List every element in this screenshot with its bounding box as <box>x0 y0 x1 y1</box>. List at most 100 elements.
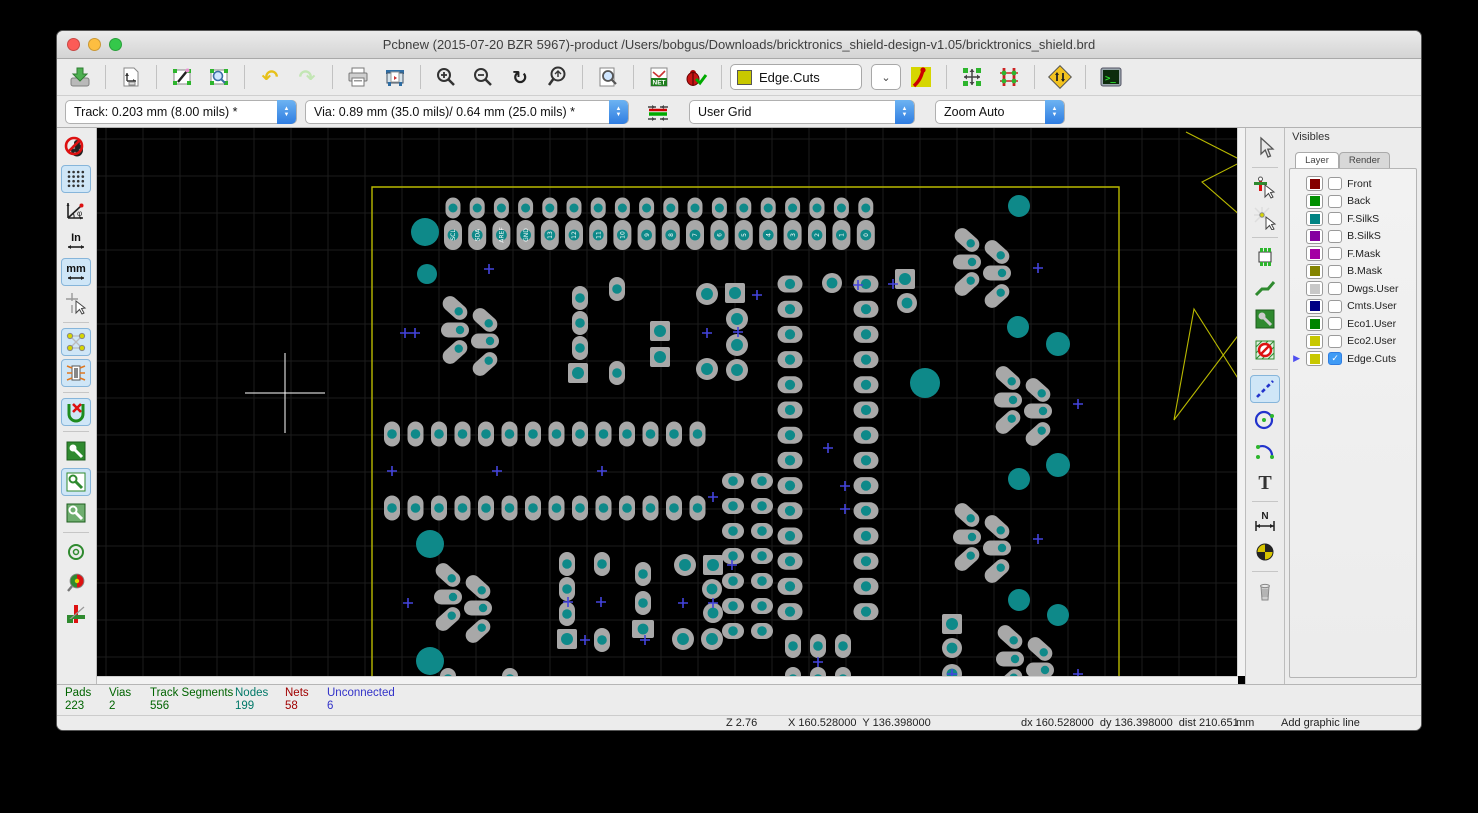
pcb-pad[interactable] <box>572 336 588 360</box>
pcb-pad[interactable] <box>1024 404 1052 419</box>
title-bar[interactable]: Pcbnew (2015-07-20 BZR 5967)-product /Us… <box>57 31 1421 59</box>
pcb-pad[interactable] <box>751 623 773 639</box>
pcb-pad[interactable] <box>559 552 575 576</box>
pcb-pad[interactable] <box>454 496 470 521</box>
pcb-pad[interactable] <box>501 422 517 447</box>
module-ratsnest-button[interactable] <box>61 359 91 387</box>
pcb-pad[interactable] <box>478 422 494 447</box>
pcb-pad[interactable] <box>722 473 744 489</box>
layer-color-swatch[interactable] <box>1306 299 1323 314</box>
pcb-pad[interactable] <box>810 634 826 658</box>
zones-filled-button[interactable] <box>61 437 91 465</box>
pcb-pad[interactable] <box>494 198 509 219</box>
pcb-pad[interactable] <box>650 347 670 367</box>
pcb-pad[interactable] <box>384 496 400 521</box>
pcb-pad[interactable] <box>751 548 773 564</box>
select-tool-button[interactable] <box>1250 134 1280 162</box>
auto-delete-track-button[interactable] <box>61 398 91 426</box>
pcb-pad[interactable]: SCL <box>444 220 462 250</box>
layer-visibility-checkbox[interactable] <box>1328 300 1342 313</box>
add-arc-button[interactable] <box>1250 437 1280 465</box>
page-settings-button[interactable] <box>114 62 148 92</box>
pcb-pad[interactable] <box>619 422 635 447</box>
pcb-pad[interactable]: 6 <box>710 220 728 250</box>
pcb-pad[interactable]: 7 <box>686 220 704 250</box>
pcb-pad[interactable] <box>445 198 460 219</box>
layer-row-edge-cuts[interactable]: ▶✓Edge.Cuts <box>1292 350 1416 368</box>
units-mm-button[interactable]: mm <box>61 258 91 286</box>
save-board-button[interactable] <box>63 62 97 92</box>
layer-color-swatch[interactable] <box>1306 281 1323 296</box>
pcb-pad[interactable] <box>726 308 748 330</box>
pcb-pad[interactable] <box>632 620 654 638</box>
pcb-pad[interactable] <box>853 502 878 519</box>
pcb-pad[interactable] <box>407 496 423 521</box>
pcb-pad[interactable] <box>895 269 915 289</box>
pcb-pad[interactable] <box>853 351 878 368</box>
pcb-pad[interactable] <box>609 277 625 301</box>
pcb-pad[interactable] <box>689 496 705 521</box>
pcb-pad[interactable] <box>557 629 577 649</box>
pcb-pad[interactable] <box>722 573 744 589</box>
track-width-select[interactable]: Track: 0.203 mm (8.00 mils) * ▲▼ <box>65 100 297 124</box>
layer-row-b-mask[interactable]: B.Mask <box>1292 263 1416 281</box>
pcb-pad[interactable] <box>777 603 802 620</box>
pcb-pad[interactable] <box>942 638 962 658</box>
netlist-button[interactable]: NET <box>642 62 676 92</box>
pcb-pad[interactable] <box>635 591 651 615</box>
pcb-pad[interactable] <box>674 554 696 576</box>
pcb-pad[interactable] <box>994 393 1022 408</box>
pcb-pad[interactable] <box>942 614 962 634</box>
add-footprint-button[interactable] <box>1250 243 1280 271</box>
layer-color-swatch[interactable] <box>1306 229 1323 244</box>
pcb-pad[interactable] <box>559 577 575 601</box>
pcb-pad[interactable] <box>953 530 981 545</box>
add-circle-button[interactable] <box>1250 406 1280 434</box>
close-window-button[interactable] <box>67 38 80 51</box>
pcb-pad[interactable] <box>736 198 751 219</box>
pcb-pad[interactable] <box>853 477 878 494</box>
zoom-select[interactable]: Zoom Auto ▲▼ <box>935 100 1065 124</box>
pcb-pad[interactable] <box>777 578 802 595</box>
pcb-pad[interactable]: 13 <box>541 220 559 250</box>
pcb-pad[interactable] <box>689 422 705 447</box>
pcb-pad[interactable] <box>777 427 802 444</box>
pcb-pad[interactable] <box>853 578 878 595</box>
zones-sketch-button[interactable] <box>61 499 91 527</box>
pcb-pad[interactable] <box>572 422 588 447</box>
pcb-pad[interactable] <box>996 652 1024 667</box>
grid-visibility-button[interactable] <box>61 165 91 193</box>
highlight-net-button[interactable] <box>1250 173 1280 201</box>
minimize-window-button[interactable] <box>88 38 101 51</box>
pcb-pad[interactable] <box>809 198 824 219</box>
pcb-pad[interactable] <box>595 496 611 521</box>
layer-color-swatch[interactable] <box>1306 334 1323 349</box>
layer-pair-indicator-button[interactable] <box>904 62 938 92</box>
zoom-in-button[interactable] <box>429 62 463 92</box>
pcb-pad[interactable] <box>834 198 849 219</box>
add-track-button[interactable] <box>1250 274 1280 302</box>
layer-color-swatch[interactable] <box>1306 194 1323 209</box>
pcb-pad[interactable] <box>777 528 802 545</box>
pcb-pad[interactable] <box>853 528 878 545</box>
pcb-pad[interactable] <box>853 301 878 318</box>
pcb-pad[interactable] <box>953 255 981 270</box>
pcb-pad[interactable] <box>722 598 744 614</box>
drc-off-button[interactable] <box>61 134 91 162</box>
pcb-pad[interactable]: AREF <box>492 220 510 250</box>
pcb-pad[interactable] <box>751 473 773 489</box>
pcb-pad[interactable] <box>983 541 1011 556</box>
pcb-pad[interactable] <box>722 498 744 514</box>
pcb-pad[interactable] <box>777 452 802 469</box>
layer-visibility-checkbox[interactable] <box>1328 265 1342 278</box>
pcb-pad[interactable]: 9 <box>638 220 656 250</box>
pcb-pad[interactable] <box>726 359 748 381</box>
pcb-pad[interactable] <box>751 598 773 614</box>
pcb-pad[interactable] <box>566 198 581 219</box>
pcb-pad[interactable] <box>853 427 878 444</box>
pcb-pad[interactable] <box>722 623 744 639</box>
pcb-pad[interactable] <box>464 601 492 616</box>
pcb-pad[interactable] <box>696 283 718 305</box>
tab-render[interactable]: Render <box>1339 152 1390 168</box>
pcb-pad[interactable] <box>725 283 745 303</box>
